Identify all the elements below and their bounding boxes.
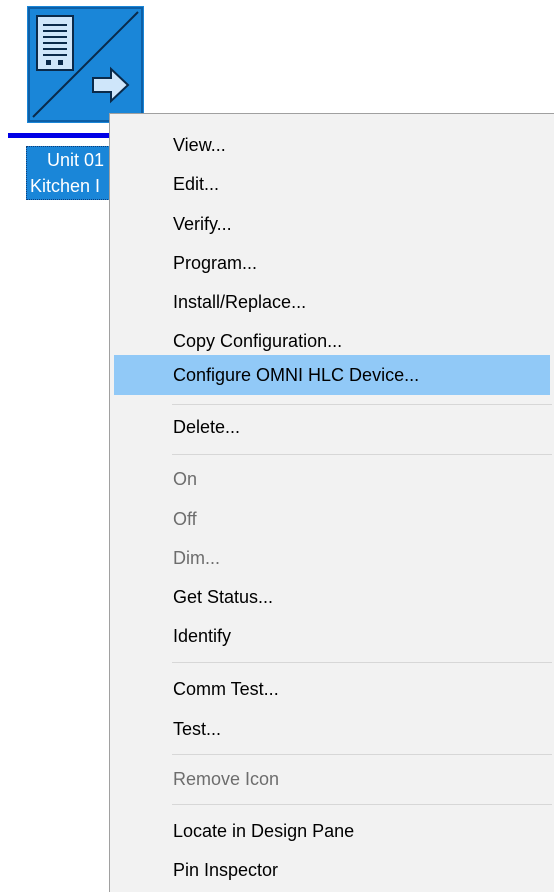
context-menu: View... Edit... Verify... Program... Ins… — [109, 113, 554, 892]
menu-item-on: On — [173, 469, 198, 489]
menu-item-configure-omni-hlc-device[interactable]: Configure OMNI HLC Device... — [114, 355, 550, 395]
menu-item-pin-inspector[interactable]: Pin Inspector — [114, 850, 550, 890]
menu-item-view[interactable]: View... — [114, 125, 550, 165]
menu-item-install-replace[interactable]: Install/Replace... — [114, 282, 550, 322]
menu-item-dim: Dim... — [173, 548, 220, 568]
menu-item-identify[interactable]: Identify — [114, 616, 550, 656]
menu-item-get-status[interactable]: Get Status... — [114, 577, 550, 617]
menu-item-locate-in-design-pane[interactable]: Locate in Design Pane — [114, 811, 550, 851]
selection-underline — [8, 133, 116, 138]
menu-separator — [172, 804, 552, 805]
menu-item-edit[interactable]: Edit... — [114, 164, 550, 204]
device-label[interactable]: Unit 01 Kitchen I — [26, 146, 116, 200]
menu-separator — [172, 454, 552, 455]
device-label-unit: Unit 01 — [47, 150, 105, 170]
device-label-room: Kitchen I — [30, 176, 101, 196]
menu-item-remove-icon: Remove Icon — [173, 769, 280, 789]
menu-separator — [172, 404, 552, 405]
menu-separator — [172, 754, 552, 755]
menu-item-comm-test[interactable]: Comm Test... — [114, 669, 550, 709]
menu-separator — [172, 662, 552, 663]
menu-item-program[interactable]: Program... — [114, 243, 550, 283]
menu-item-delete[interactable]: Delete... — [114, 407, 550, 447]
menu-item-verify[interactable]: Verify... — [114, 204, 550, 244]
menu-item-test[interactable]: Test... — [114, 709, 550, 749]
design-canvas: Unit 01 Kitchen I View... Edit... Verify… — [0, 0, 554, 892]
menu-item-off: Off — [173, 509, 197, 529]
device-panel-arrow-icon[interactable] — [27, 6, 144, 123]
